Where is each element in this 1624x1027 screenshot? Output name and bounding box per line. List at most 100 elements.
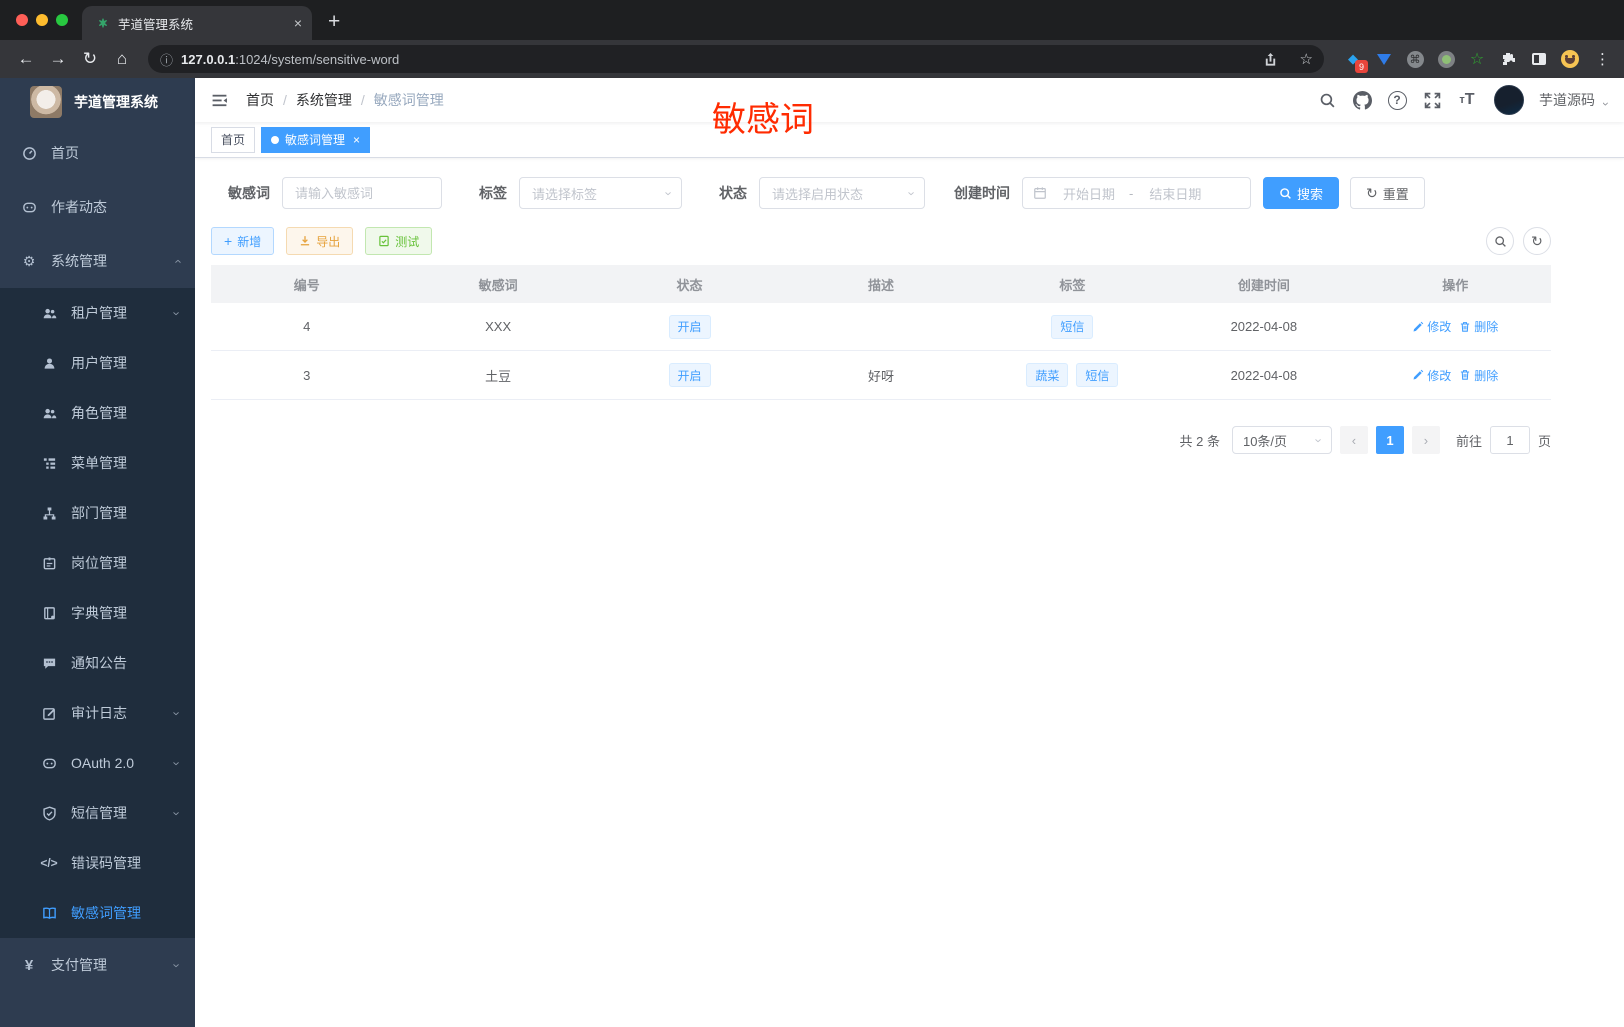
sidebar-item-dict[interactable]: 字典管理	[0, 588, 195, 638]
code-icon: </>	[40, 856, 58, 870]
close-tab-icon[interactable]: ×	[294, 15, 302, 31]
sidebar-item-home[interactable]: 首页	[0, 126, 195, 180]
breadcrumb-home[interactable]: 首页	[246, 90, 274, 110]
tag-sensitive-word[interactable]: 敏感词管理 ×	[261, 126, 371, 153]
app-logo-row[interactable]: 芋道管理系统	[0, 78, 195, 126]
sidebar-item-label: 审计日志	[71, 705, 127, 721]
sidebar-item-sms[interactable]: 短信管理 ›	[0, 788, 195, 838]
pen-icon	[1413, 369, 1424, 380]
extension-diamond-icon[interactable]: ◆ 9	[1344, 50, 1368, 73]
search-button[interactable]: 搜索	[1263, 177, 1340, 209]
close-tag-icon[interactable]: ×	[353, 133, 360, 147]
trash-icon	[1461, 370, 1470, 380]
sidebar-item-oauth[interactable]: OAuth 2.0 ›	[0, 738, 195, 788]
sidebar-item-post[interactable]: 岗位管理	[0, 538, 195, 588]
sidebar-item-menu[interactable]: 菜单管理	[0, 438, 195, 488]
extension-command-icon[interactable]: ⌘	[1406, 50, 1424, 68]
cell-word: XXX	[485, 319, 512, 334]
prev-page-button[interactable]: ‹	[1339, 426, 1368, 454]
github-icon[interactable]	[1348, 86, 1376, 114]
side-panel-icon[interactable]	[1530, 50, 1548, 68]
window-minimize-button[interactable]	[36, 14, 48, 26]
sidebar-item-pay[interactable]: ¥ 支付管理 ›	[0, 938, 195, 992]
extension-record-icon[interactable]	[1437, 50, 1455, 68]
sidebar-item-sensitive-word[interactable]: 敏感词管理	[0, 888, 195, 938]
current-page[interactable]: 1	[1375, 426, 1404, 454]
sidebar-item-label: 菜单管理	[71, 455, 127, 471]
help-icon[interactable]: ?	[1383, 86, 1411, 114]
refresh-table-button[interactable]: ↻	[1523, 227, 1551, 255]
forward-icon[interactable]: →	[44, 49, 72, 69]
fullscreen-icon[interactable]	[1418, 86, 1446, 114]
sidebar-item-system[interactable]: ⚙ 系统管理 ›	[0, 234, 195, 288]
tags-view: 首页 敏感词管理 ×	[195, 122, 1624, 158]
breadcrumb-system[interactable]: 系统管理	[296, 90, 352, 110]
calendar-icon	[1033, 186, 1047, 200]
font-size-icon[interactable]: тT	[1453, 86, 1481, 114]
sidebar-item-audit[interactable]: 审计日志 ›	[0, 688, 195, 738]
extensions-puzzle-icon[interactable]	[1499, 50, 1517, 68]
browser-tabstrip: 芋道管理系统 × +	[0, 0, 1624, 40]
chevron-down-icon: ›	[904, 190, 920, 196]
profile-avatar-icon[interactable]	[1561, 50, 1579, 68]
export-button[interactable]: 导出	[286, 227, 354, 255]
test-button[interactable]: 测试	[365, 227, 433, 255]
page-size-select[interactable]: 10条/页 ›	[1231, 426, 1332, 454]
tag-select[interactable]: 请选择标签 ›	[519, 177, 682, 209]
user-menu-caret-icon[interactable]: ›	[1599, 102, 1613, 106]
edit-link[interactable]: 修改	[1412, 318, 1451, 335]
word-input[interactable]	[283, 185, 441, 201]
chat-robot-icon	[21, 200, 37, 215]
window-close-button[interactable]	[16, 14, 28, 26]
status-label: 状态	[719, 185, 747, 201]
site-info-icon[interactable]: ⓘ	[160, 50, 173, 69]
user-name[interactable]: 芋道源码	[1539, 90, 1595, 110]
sidebar-item-role[interactable]: 角色管理	[0, 388, 195, 438]
pagination: 共 2 条 10条/页 › ‹ 1 › 前往 页	[211, 426, 1551, 454]
cell-tags: 蔬菜 短信	[977, 363, 1168, 387]
tag-chip: 蔬菜	[1026, 363, 1069, 387]
tag-home[interactable]: 首页	[211, 126, 256, 153]
shield-check-icon	[41, 805, 57, 821]
browser-menu-icon[interactable]: ⋮	[1589, 50, 1612, 68]
extension-funnel-icon[interactable]	[1375, 50, 1393, 68]
status-select[interactable]: 请选择启用状态 ›	[759, 177, 925, 209]
sidebar-item-label: 作者动态	[51, 199, 107, 215]
browser-tab[interactable]: 芋道管理系统 ×	[82, 6, 312, 40]
sidebar-item-errcode[interactable]: </> 错误码管理	[0, 838, 195, 888]
chevron-down-icon: ›	[169, 310, 185, 316]
reload-icon[interactable]: ↻	[76, 49, 104, 69]
extension-star-icon[interactable]: ☆	[1468, 50, 1486, 68]
next-page-button[interactable]: ›	[1411, 426, 1440, 454]
bookmark-star-icon[interactable]: ☆	[1293, 50, 1320, 68]
sidebar-item-tenant[interactable]: 租户管理 ›	[0, 288, 195, 338]
add-button[interactable]: + 新增	[211, 227, 275, 255]
share-icon[interactable]	[1256, 52, 1285, 67]
cell-actions: 修改 删除	[1360, 318, 1551, 335]
goto-page-input[interactable]	[1489, 426, 1530, 454]
sidebar-item-label: 通知公告	[71, 655, 127, 671]
sidebar-item-dept[interactable]: 部门管理	[0, 488, 195, 538]
navbar-right-tools: ? тT 芋道源码 ›	[1313, 85, 1613, 115]
user-avatar[interactable]	[1494, 85, 1524, 115]
sidebar-item-label: 支付管理	[51, 957, 107, 973]
address-bar[interactable]: ⓘ 127.0.0.1:1024/system/sensitive-word ☆	[148, 45, 1324, 73]
search-icon[interactable]	[1313, 86, 1341, 114]
sidebar-item-author[interactable]: 作者动态	[0, 180, 195, 234]
chevron-down-icon: ›	[169, 962, 185, 968]
date-range-picker[interactable]: 开始日期 - 结束日期	[1022, 177, 1251, 209]
new-tab-button[interactable]: +	[312, 10, 340, 40]
back-icon[interactable]: ←	[12, 49, 40, 69]
edit-log-icon	[41, 706, 57, 721]
home-icon[interactable]: ⌂	[108, 49, 136, 69]
collapse-sidebar-icon[interactable]	[211, 92, 228, 109]
edit-link[interactable]: 修改	[1412, 367, 1451, 384]
sidebar-item-user[interactable]: 用户管理	[0, 338, 195, 388]
sidebar-item-label: 首页	[51, 145, 79, 161]
delete-link[interactable]: 删除	[1459, 367, 1498, 384]
toggle-search-button[interactable]	[1486, 227, 1514, 255]
sidebar-item-notice[interactable]: 通知公告	[0, 638, 195, 688]
window-zoom-button[interactable]	[56, 14, 68, 26]
delete-link[interactable]: 删除	[1459, 318, 1498, 335]
reset-button[interactable]: ↻ 重置	[1350, 177, 1425, 209]
